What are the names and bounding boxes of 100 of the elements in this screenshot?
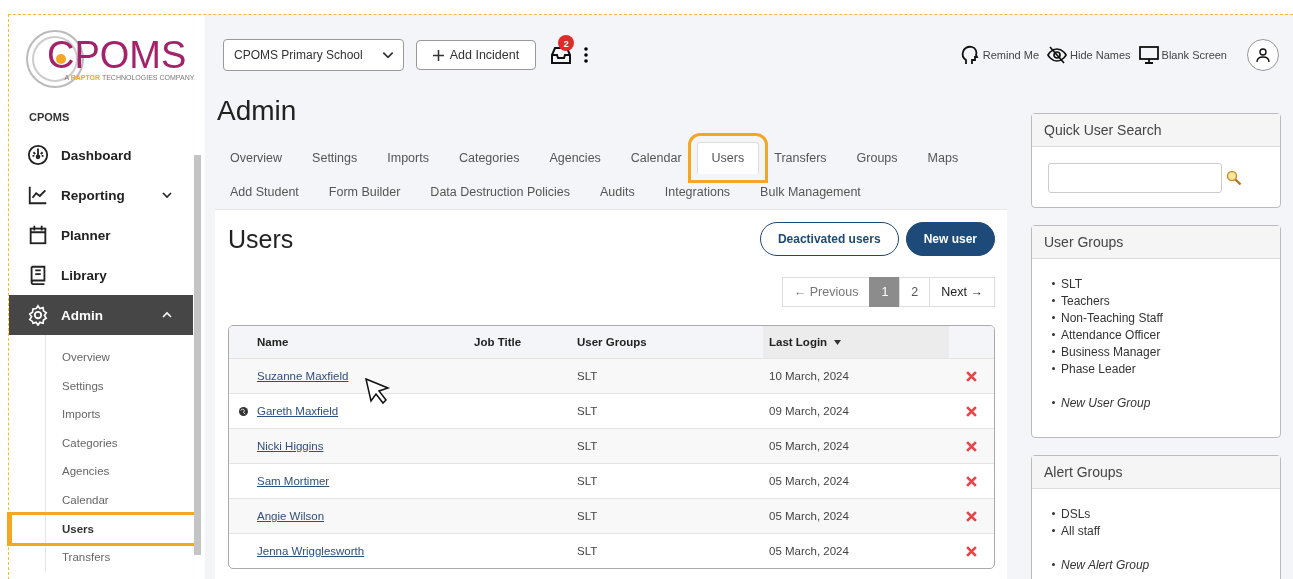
user-name-link[interactable]: Jenna Wrigglesworth [257,545,365,557]
sidebar-item[interactable]: Dashboard [9,135,193,175]
group-link[interactable]: Attendance Officer [1061,327,1161,342]
school-select[interactable]: CPOMS Primary School [223,39,404,71]
table-cell: SLT [577,475,598,487]
user-avatar[interactable] [1247,39,1279,71]
user-name-link[interactable]: Sam Mortimer [257,475,330,487]
group-link[interactable]: SLT [1061,276,1083,291]
scrollbar[interactable] [194,155,201,555]
plus-icon [432,49,444,61]
gauge-icon [27,144,49,166]
user-name-link[interactable]: Gareth Maxfield [257,405,339,417]
submenu-item[interactable]: Imports [46,400,205,429]
column-header[interactable]: Job Title [474,336,577,348]
eye-off-icon [1047,46,1068,64]
table-cell: 05 March, 2024 [769,510,849,522]
group-link[interactable]: All staff [1061,523,1101,538]
table-cell: 05 March, 2024 [769,440,849,452]
column-header[interactable]: Last Login [763,326,949,358]
column-header[interactable]: User Groups [577,336,763,348]
delete-icon[interactable] [966,405,977,417]
logo-wordmark: CPOMS [47,35,187,74]
search-field[interactable] [1048,163,1222,193]
person-icon [1255,47,1271,63]
tab[interactable]: Maps [912,142,974,174]
calendar-icon [27,224,49,246]
new-user-button[interactable]: New user [905,222,995,256]
deactivated-users-button[interactable]: Deactivated users [759,222,899,256]
more-icon[interactable] [584,47,589,63]
notification-badge: 2 [558,35,575,51]
page-title: Admin [217,95,298,128]
tab[interactable]: Agencies [534,142,616,174]
table-cell: SLT [577,545,598,557]
submenu-item[interactable]: Agencies [46,457,205,486]
table-cell: 05 March, 2024 [769,545,849,557]
delete-icon[interactable] [966,370,977,382]
panel-title: Alert Groups [1032,456,1280,489]
table-cell: SLT [577,370,598,382]
table-cell: 10 March, 2024 [769,370,849,382]
tab[interactable]: Settings [297,142,373,174]
user-name-link[interactable]: Nicki Higgins [257,440,324,452]
search-icon[interactable] [1226,170,1242,186]
monitor-icon [1138,46,1159,64]
tab[interactable]: Add Student [215,180,314,204]
sidebar-item[interactable]: Reporting [9,175,193,215]
submenu-item[interactable]: Overview [46,343,205,372]
toolbar-link[interactable]: Hide Names [1047,46,1131,64]
tab[interactable]: Calendar [615,142,697,174]
tab[interactable]: Bulk Management [745,180,876,204]
new-group-link[interactable]: New Alert Group [1061,557,1150,572]
sidebar-item[interactable]: Planner [9,215,193,255]
group-link[interactable]: DSLs [1061,506,1091,521]
delete-icon[interactable] [966,510,977,522]
inbox-icon[interactable] [550,45,573,65]
group-link[interactable]: Teachers [1061,293,1110,308]
tab[interactable]: Imports [372,142,444,174]
sidebar-item[interactable]: Library [9,255,193,295]
tab[interactable]: Form Builder [313,180,416,204]
section-title: Users [228,224,294,254]
group-link[interactable]: Business Manager [1061,344,1161,359]
submenu-item[interactable]: Transfers [46,543,205,572]
pagination-link[interactable]: Next → [929,277,995,307]
chevron-down-icon[interactable] [161,189,173,201]
tab[interactable]: Data Destruction Policies [415,180,585,204]
submenu-item[interactable]: Users [10,514,196,544]
delete-icon[interactable] [966,475,977,487]
line-chart-icon [27,184,49,206]
add-incident-button[interactable]: Add Incident [415,40,537,70]
group-link[interactable]: Non-Teaching Staff [1061,310,1163,325]
toolbar-link[interactable]: Remind Me [959,45,1040,65]
submenu-item[interactable]: Categories [46,428,205,458]
tab[interactable]: Integrations [649,180,746,204]
pagination-link[interactable]: 2 [899,277,931,307]
panel-title: Quick User Search [1032,114,1280,147]
table-cell: SLT [577,405,598,417]
table-cell: 09 March, 2024 [769,405,849,417]
table-cell: SLT [577,510,598,522]
submenu-item[interactable]: Settings [46,371,205,401]
delete-icon[interactable] [966,440,977,452]
sidebar-heading: CPOMS [28,110,71,125]
tab[interactable]: Audits [585,180,650,204]
table-cell: 05 March, 2024 [769,475,849,487]
toolbar-link[interactable]: Blank Screen [1138,46,1227,64]
column-header[interactable]: Name [257,336,474,348]
panel-title: User Groups [1032,226,1280,259]
new-group-link[interactable]: New User Group [1061,395,1151,410]
tab[interactable]: Categories [443,142,535,174]
user-name-link[interactable]: Suzanne Maxfield [257,370,349,382]
delete-icon[interactable] [966,545,977,557]
sort-icon [834,339,842,345]
sidebar-item[interactable]: Admin [9,295,193,335]
head-icon [959,45,980,65]
gear-icon [27,304,49,326]
group-link[interactable]: Phase Leader [1061,361,1136,376]
submenu-item[interactable]: Calendar [46,485,205,515]
table-cell: SLT [577,440,598,452]
user-name-link[interactable]: Angie Wilson [257,510,325,522]
tab[interactable]: Groups [841,142,913,174]
tab[interactable]: Transfers [759,142,842,174]
tab[interactable]: Overview [215,142,298,174]
